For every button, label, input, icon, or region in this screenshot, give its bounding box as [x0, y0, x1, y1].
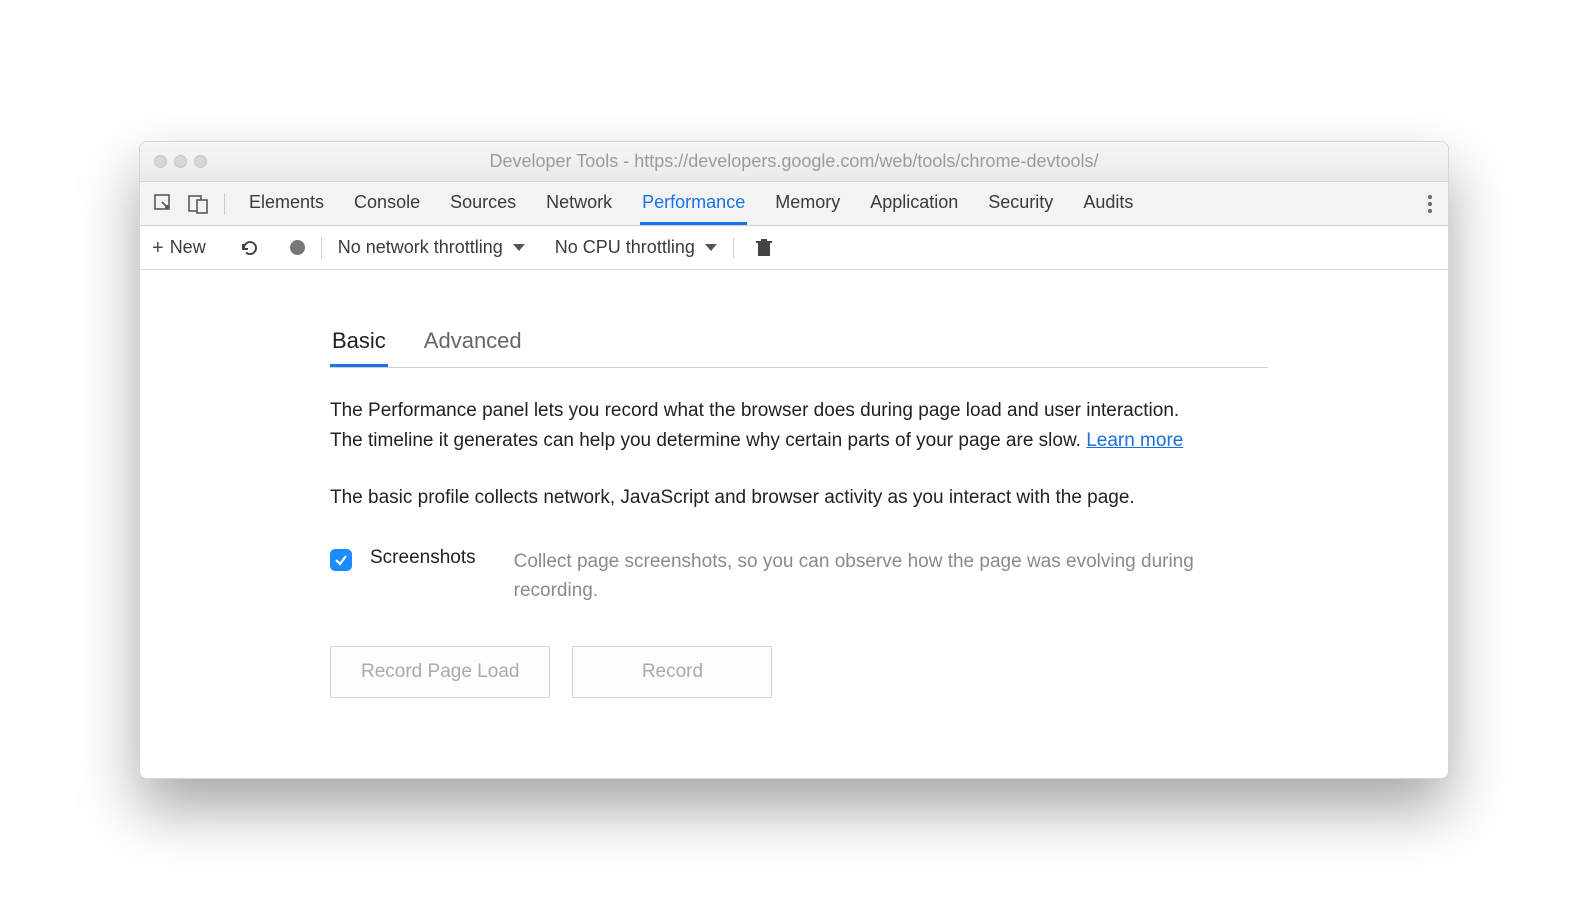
chevron-down-icon — [705, 244, 717, 251]
network-throttle-label: No network throttling — [338, 237, 503, 258]
tab-advanced[interactable]: Advanced — [422, 320, 524, 367]
tab-memory[interactable]: Memory — [773, 182, 842, 225]
inspect-icon[interactable] — [150, 190, 178, 218]
network-throttle-select[interactable]: No network throttling — [338, 237, 525, 258]
profile-type-tabs: Basic Advanced — [330, 320, 1268, 368]
tab-audits[interactable]: Audits — [1081, 182, 1135, 225]
screenshots-option-row: Screenshots Collect page screenshots, so… — [330, 547, 1210, 606]
separator — [224, 193, 225, 215]
new-label: New — [170, 237, 206, 258]
chevron-down-icon — [513, 244, 525, 251]
tab-basic[interactable]: Basic — [330, 320, 388, 367]
separator — [321, 237, 322, 259]
cpu-throttle-label: No CPU throttling — [555, 237, 695, 258]
performance-toolbar: + New No network throttling No CPU throt… — [140, 226, 1448, 270]
tab-sources[interactable]: Sources — [448, 182, 518, 225]
reload-icon[interactable] — [236, 234, 264, 262]
separator — [733, 237, 734, 259]
screenshots-checkbox[interactable] — [330, 549, 352, 571]
tab-performance[interactable]: Performance — [640, 182, 747, 225]
tab-elements[interactable]: Elements — [247, 182, 326, 225]
tab-application[interactable]: Application — [868, 182, 960, 225]
intro-paragraph: The Performance panel lets you record wh… — [330, 396, 1210, 455]
intro-text: The Performance panel lets you record wh… — [330, 400, 1179, 450]
learn-more-link[interactable]: Learn more — [1086, 430, 1183, 451]
basic-description: The basic profile collects network, Java… — [330, 483, 1210, 512]
plus-icon: + — [152, 238, 164, 258]
record-button[interactable]: Record — [572, 646, 772, 698]
record-buttons-row: Record Page Load Record — [330, 646, 1268, 698]
screenshots-description: Collect page screenshots, so you can obs… — [514, 547, 1210, 606]
tab-security[interactable]: Security — [986, 182, 1055, 225]
new-recording-button[interactable]: + New — [152, 237, 206, 258]
main-tabs: Elements Console Sources Network Perform… — [247, 182, 1410, 225]
trash-icon[interactable] — [750, 234, 778, 262]
record-page-load-button[interactable]: Record Page Load — [330, 646, 550, 698]
cpu-throttle-select[interactable]: No CPU throttling — [555, 237, 717, 258]
main-toolbar: Elements Console Sources Network Perform… — [140, 182, 1448, 226]
device-toolbar-icon[interactable] — [184, 190, 212, 218]
record-indicator-icon[interactable] — [290, 240, 305, 255]
tab-network[interactable]: Network — [544, 182, 614, 225]
window-titlebar: Developer Tools - https://developers.goo… — [140, 142, 1448, 182]
screenshots-label: Screenshots — [370, 547, 476, 569]
performance-panel-body: Basic Advanced The Performance panel let… — [140, 270, 1448, 777]
more-menu-icon[interactable] — [1428, 195, 1432, 213]
window-title: Developer Tools - https://developers.goo… — [140, 151, 1448, 172]
devtools-window: Developer Tools - https://developers.goo… — [139, 141, 1449, 778]
tab-console[interactable]: Console — [352, 182, 422, 225]
